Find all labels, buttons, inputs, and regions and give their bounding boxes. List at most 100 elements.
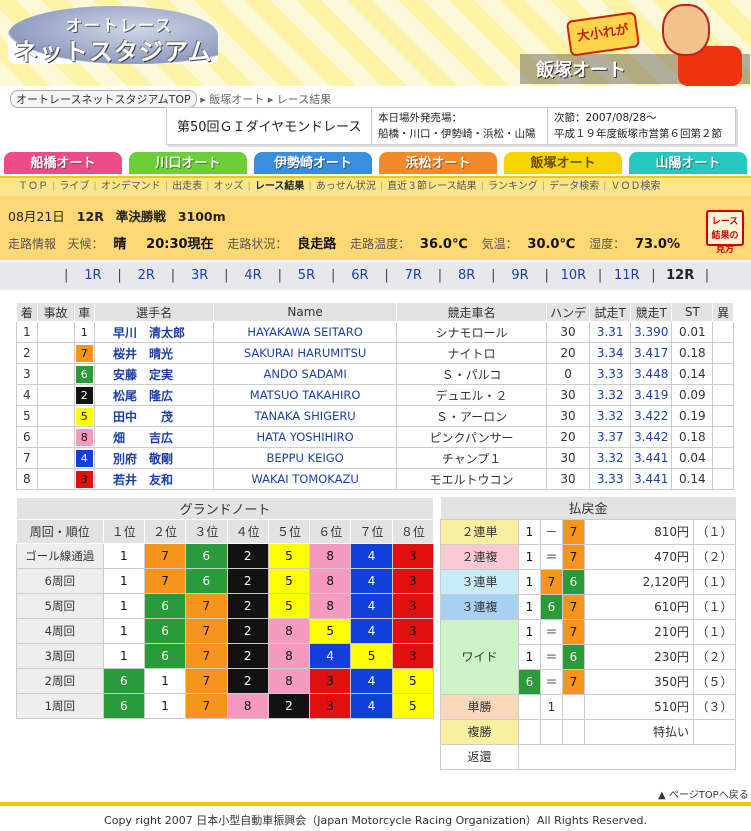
rider-name-link[interactable]: 畑 吉広 <box>94 426 215 448</box>
race-link-2R[interactable]: 2R <box>122 262 171 290</box>
race-link-11R[interactable]: 11R <box>602 262 651 290</box>
rider-name-link[interactable]: 田中 茂 <box>94 405 215 427</box>
trial-time: 3.34 <box>589 342 632 364</box>
subnav-item-9[interactable]: データ検索 <box>549 181 599 192</box>
subnav-item-4[interactable]: オッズ <box>214 181 244 192</box>
payout-empty <box>518 743 736 770</box>
payout-car: 1 <box>518 593 541 620</box>
rider-name-link[interactable]: 早川 清太郎 <box>94 321 215 343</box>
payout-empty <box>518 693 541 720</box>
bike-name: シナモロール <box>396 321 547 343</box>
grand-note-car: 2 <box>226 568 269 594</box>
breadcrumb-venue-link[interactable]: 飯塚オート <box>209 93 264 106</box>
subnav-item-2[interactable]: オンデマンド <box>101 181 161 192</box>
track-conditions: 走路情報 天候： 晴 20:30現在 走路状況： 良走路 走路温度： 36.0℃… <box>8 233 690 252</box>
handicap: 20 <box>545 342 591 364</box>
subnav-item-8[interactable]: ランキング <box>488 181 538 192</box>
lap-label: ゴール線通過 <box>16 543 104 569</box>
car-number-badge: 3 <box>75 470 93 488</box>
grand-note-car: 6 <box>102 693 145 719</box>
result-row: 4 2 松尾 隆広 MATSUO TAKAHIRO デュエル・２ 30 3.32 3.419 0… <box>16 384 734 406</box>
grand-note-car: 8 <box>309 593 352 619</box>
tab-venue-5[interactable]: 山陽オート <box>627 150 749 176</box>
race-link-5R[interactable]: 5R <box>282 262 331 290</box>
race-link-1R[interactable]: 1R <box>68 262 117 290</box>
finish-position: 7 <box>16 447 38 469</box>
site-logo[interactable]: オートレース ネットスタジアム <box>8 6 218 66</box>
subnav-item-5[interactable]: レース結果 <box>255 181 305 192</box>
race-link-7R[interactable]: 7R <box>389 262 438 290</box>
race-link-8R[interactable]: 8R <box>442 262 491 290</box>
grand-note-car: 6 <box>185 568 228 594</box>
finish-position: 6 <box>16 426 38 448</box>
offsite-label: 本日場外発売場： <box>378 112 462 124</box>
grand-note-car: 2 <box>226 643 269 669</box>
payout-row: ２連複 1 ＝ 7 470円 （２） <box>440 543 736 570</box>
handicap: 20 <box>545 426 591 448</box>
rider-name-link[interactable]: 松尾 隆広 <box>94 384 215 406</box>
weather-label: 天候： <box>67 237 104 251</box>
rider-name-link[interactable]: 若井 友和 <box>94 468 215 490</box>
race-time: 3.441 <box>630 447 673 469</box>
track-cond-value: 良走路 <box>297 237 337 252</box>
tab-venue-3[interactable]: 浜松オート <box>377 150 499 176</box>
race-link-4R[interactable]: 4R <box>229 262 278 290</box>
grand-note-car: 1 <box>102 568 145 594</box>
subnav-item-10[interactable]: ＶＯＤ検索 <box>610 181 660 192</box>
race-number-nav: | 1R | 2R | 3R | 4R | 5R | 6R | 7R | 8R | 9R | 10R | 11R | 12R | <box>0 262 751 290</box>
subnav-item-6[interactable]: あっせん状況 <box>316 181 376 192</box>
grand-note-car: 3 <box>309 668 352 694</box>
venue-tabs: 船橋オート 川口オート 伊勢崎オート 浜松オート 飯塚オート 山陽オート <box>0 150 751 176</box>
grand-note-car: 8 <box>267 668 311 694</box>
tab-venue-2[interactable]: 伊勢崎オート <box>252 150 374 176</box>
grand-note-car: 8 <box>226 693 269 719</box>
subnav-item-0[interactable]: ＴＯＰ <box>18 181 48 192</box>
race-link-3R[interactable]: 3R <box>175 262 224 290</box>
tab-venue-0[interactable]: 船橋オート <box>2 150 124 176</box>
page-top-link[interactable]: ▲ ページTOPへ戻る <box>658 786 749 801</box>
payout-caption: 払戻金 <box>440 497 736 519</box>
rider-name-en: WAKAI TOMOKAZU <box>213 468 398 490</box>
subnav-item-3[interactable]: 出走表 <box>172 181 202 192</box>
next-event-name: 平成１９年度飯塚市営第６回第２節 <box>554 128 722 140</box>
breadcrumb-top-link[interactable]: オートレースネットスタジアムTOP <box>10 90 197 108</box>
grand-note-car: 1 <box>102 618 145 644</box>
race-link-10R[interactable]: 10R <box>549 262 598 290</box>
rider-name-en: SAKURAI HARUMITSU <box>213 342 398 364</box>
accident-cell <box>36 405 75 427</box>
footer-divider <box>0 802 751 806</box>
grand-note-table: グランドノート 周回・順位 １位 ２位 ３位 ４位 ５位 ６位 ７位 ８位 ゴール線通過 1 7 6 2… <box>16 497 435 719</box>
grand-note-car: 5 <box>267 593 311 619</box>
accident-cell <box>36 363 75 385</box>
subnav-item-1[interactable]: ライブ <box>59 181 89 192</box>
race-distance: 3100m <box>177 209 226 224</box>
subnav-sep: | <box>247 181 251 192</box>
race-time: 3.390 <box>630 321 673 343</box>
page-top-label: ページTOPへ戻る <box>668 790 749 801</box>
car-number-cell: 3 <box>73 468 96 490</box>
race-link-9R[interactable]: 9R <box>496 262 545 290</box>
tab-venue-4[interactable]: 飯塚オート <box>502 150 624 176</box>
mascot-face <box>662 4 710 56</box>
payout-amount: 2,120円 <box>584 568 694 595</box>
grand-note-header-row: 周回・順位 １位 ２位 ３位 ４位 ５位 ６位 ７位 ８位 <box>16 519 435 544</box>
finish-position: 5 <box>16 405 38 427</box>
race-link-6R[interactable]: 6R <box>335 262 384 290</box>
tab-venue-1[interactable]: 川口オート <box>127 150 249 176</box>
grand-note-car: 7 <box>143 543 187 569</box>
payout-operator: ＝ <box>540 618 563 645</box>
event-info-box: 第50回ＧＩダイヤモンドレース 本日場外発売場： 船橋・川口・伊勢崎・浜松・山陽… <box>166 107 736 145</box>
subnav-item-7[interactable]: 直近３節レース結果 <box>387 181 477 192</box>
payout-amount: 350円 <box>584 668 694 695</box>
grand-note-car: 3 <box>391 593 435 619</box>
results-guide-button[interactable]: レース結果の見方 <box>706 210 744 255</box>
payout-popularity: （１） <box>693 518 736 545</box>
track-cond-label: 走路状況： <box>227 237 288 251</box>
rider-name-link[interactable]: 安藤 定実 <box>94 363 215 385</box>
rider-name-link[interactable]: 別府 敬剛 <box>94 447 215 469</box>
trial-time: 3.31 <box>589 321 632 343</box>
results-col-header: 選手名 <box>94 302 215 322</box>
payout-car: 1 <box>518 643 541 670</box>
rider-name-link[interactable]: 桜井 晴光 <box>94 342 215 364</box>
car-number-badge: 1 <box>75 323 93 341</box>
